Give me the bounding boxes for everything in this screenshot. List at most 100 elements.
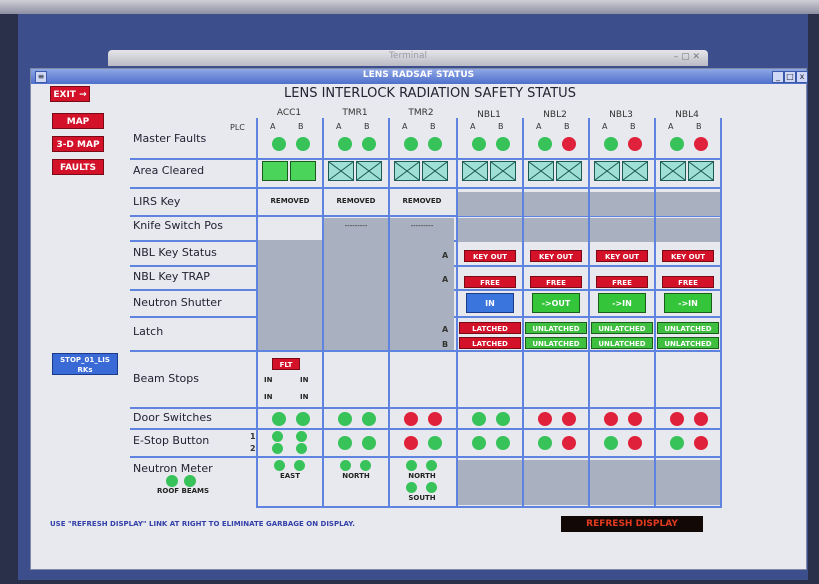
map-button[interactable]: MAP — [52, 113, 104, 129]
master-fault-indicator — [472, 137, 486, 151]
inactive-cell — [524, 218, 588, 242]
estop-indicator — [628, 436, 642, 450]
estop-side-label-2: 2 — [250, 444, 256, 453]
door-switch-indicator — [404, 412, 418, 426]
plc-b-label: B — [630, 122, 636, 131]
terminal-window-controls[interactable]: – ▢ ✕ — [674, 52, 700, 62]
row-neutron-shutter: Neutron Shutter — [133, 296, 222, 309]
row-master-faults: Master Faults — [133, 132, 207, 145]
latch-b-side-label: B — [442, 340, 449, 349]
inactive-cell — [656, 218, 720, 242]
inactive-cell — [458, 192, 522, 216]
master-fault-indicator — [296, 137, 310, 151]
arrow-right-icon: → — [79, 90, 87, 100]
area-not-cleared-indicator — [528, 161, 554, 181]
lirs-key-status: REMOVED — [270, 197, 310, 205]
latch-a-tag: UNLATCHED — [657, 322, 719, 334]
master-fault-indicator — [604, 137, 618, 151]
close-button[interactable]: x — [796, 71, 808, 83]
inactive-cell — [258, 240, 322, 350]
plc-a-label: A — [470, 122, 476, 131]
neutron-shutter-status: ->IN — [664, 293, 712, 313]
neutron-meter-indicator — [406, 482, 417, 493]
area-not-cleared-indicator — [622, 161, 648, 181]
exit-button[interactable]: EXIT → — [50, 86, 90, 102]
row-latch: Latch — [133, 325, 164, 338]
plc-a-label: A — [270, 122, 276, 131]
grid-line — [258, 506, 722, 508]
inactive-cell — [524, 460, 588, 505]
door-switch-indicator — [338, 412, 352, 426]
row-door-switches: Door Switches — [133, 411, 212, 424]
neutron-meter-indicator — [406, 460, 417, 471]
beam-stop-label: IN — [300, 393, 309, 401]
col-tmr1: TMR1 — [342, 108, 368, 118]
plc-a-label: A — [336, 122, 342, 131]
faults-button[interactable]: FAULTS — [52, 159, 104, 175]
plc-b-label: B — [364, 122, 370, 131]
3d-map-button[interactable]: 3-D MAP — [52, 136, 104, 152]
estop-indicator — [428, 436, 442, 450]
grid-line — [720, 118, 722, 508]
plc-b-label: B — [498, 122, 504, 131]
estop-indicator — [404, 436, 418, 450]
latch-b-tag: UNLATCHED — [657, 337, 719, 349]
stop-line1: STOP_01_LIS — [60, 356, 110, 364]
master-fault-indicator — [404, 137, 418, 151]
area-not-cleared-indicator — [394, 161, 420, 181]
neutron-meter-label: SOUTH — [408, 494, 436, 502]
grid-line — [130, 428, 722, 430]
neutron-shutter-status: IN — [466, 293, 514, 313]
key-status-tag: KEY OUT — [464, 250, 516, 262]
door-switch-indicator — [562, 412, 576, 426]
roof-beam-indicator — [184, 475, 196, 487]
page-title: LENS INTERLOCK RADIATION SAFETY STATUS — [284, 86, 576, 101]
estop-indicator — [562, 436, 576, 450]
estop-indicator — [296, 443, 307, 454]
minimize-button[interactable]: _ — [772, 71, 784, 83]
inactive-cell — [590, 218, 654, 242]
grid-line — [130, 187, 722, 189]
estop-indicator — [272, 431, 283, 442]
neutron-meter-indicator — [294, 460, 305, 471]
master-fault-indicator — [362, 137, 376, 151]
refresh-display-button[interactable]: REFRESH DISPLAY — [561, 516, 703, 532]
estop-indicator — [362, 436, 376, 450]
stop-lis-button[interactable]: STOP_01_LIS RKs — [52, 353, 118, 375]
area-not-cleared-indicator — [688, 161, 714, 181]
window-menu-icon[interactable]: ≡ — [35, 71, 47, 83]
col-nbl4: NBL4 — [675, 110, 699, 120]
master-fault-indicator — [628, 137, 642, 151]
row-nbl-key-status: NBL Key Status — [133, 246, 217, 259]
row-area-cleared: Area Cleared — [133, 164, 205, 177]
latch-b-tag: UNLATCHED — [525, 337, 587, 349]
lirs-key-status: REMOVED — [402, 197, 442, 205]
area-not-cleared-indicator — [556, 161, 582, 181]
door-switch-indicator — [496, 412, 510, 426]
grid-line — [130, 350, 722, 352]
beam-stop-label: IN — [264, 376, 273, 384]
latch-b-tag: UNLATCHED — [591, 337, 653, 349]
window-titlebar[interactable]: LENS RADSAF STATUS ≡ _ □ x — [31, 69, 808, 84]
area-not-cleared-indicator — [462, 161, 488, 181]
window-title: LENS RADSAF STATUS — [362, 70, 475, 80]
door-switch-indicator — [604, 412, 618, 426]
door-switch-indicator — [472, 412, 486, 426]
area-cleared-indicator — [262, 161, 288, 181]
door-switch-indicator — [272, 412, 286, 426]
maximize-button[interactable]: □ — [784, 71, 796, 83]
area-not-cleared-indicator — [422, 161, 448, 181]
monitor-bezel — [0, 0, 819, 14]
master-fault-indicator — [670, 137, 684, 151]
estop-indicator — [472, 436, 486, 450]
row-nbl-key-trap: NBL Key TRAP — [133, 270, 210, 283]
row-beam-stops: Beam Stops — [133, 372, 200, 385]
neutron-meter-indicator — [340, 460, 351, 471]
roof-beams-label: ROOF BEAMS — [157, 487, 210, 495]
terminal-titlebar[interactable]: Terminal – ▢ ✕ — [108, 50, 708, 66]
master-fault-indicator — [428, 137, 442, 151]
inactive-cell — [590, 192, 654, 216]
door-switch-indicator — [694, 412, 708, 426]
neutron-meter-label: EAST — [279, 472, 300, 480]
area-not-cleared-indicator — [660, 161, 686, 181]
